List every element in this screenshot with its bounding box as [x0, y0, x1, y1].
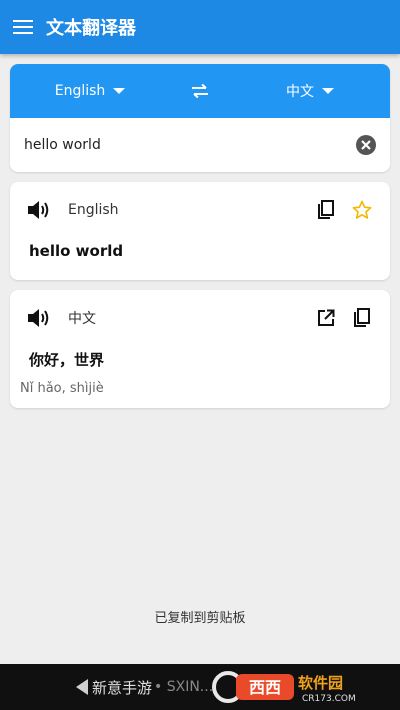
translation-card-language: 中文: [68, 311, 96, 327]
copy-icon: [354, 308, 370, 327]
hamburger-menu-icon: [13, 20, 33, 34]
nav-bar-text: 新意手游: [92, 678, 153, 697]
source-language-select[interactable]: English: [10, 83, 170, 99]
back-triangle-icon[interactable]: [76, 679, 88, 695]
favorite-button[interactable]: [350, 198, 374, 222]
svg-text:软件园: 软件园: [298, 674, 343, 692]
star-icon: [352, 200, 372, 219]
svg-text:CR173.COM: CR173.COM: [302, 694, 356, 704]
source-result-text: hello world: [29, 242, 124, 260]
language-bar: English 中文: [10, 64, 390, 118]
source-card-header: English: [26, 196, 374, 224]
source-card-language: English: [68, 202, 119, 218]
source-speak-button[interactable]: [26, 197, 52, 223]
translation-card-header: 中文: [26, 304, 374, 332]
menu-button[interactable]: [0, 0, 46, 54]
swap-languages-button[interactable]: [170, 64, 230, 118]
app-bar: 文本翻译器: [0, 0, 400, 54]
clear-circle-icon: [356, 135, 376, 155]
watermark-logo: 西西 软件园 CR173.COM: [212, 671, 356, 704]
copy-translation-button[interactable]: [350, 306, 374, 330]
dropdown-arrow-icon: [113, 88, 126, 94]
translation-text: 你好，世界: [29, 351, 105, 369]
system-nav-bar: 新意手游 • SXIN... 西西 软件园 CR173.COM: [0, 664, 400, 710]
dropdown-arrow-icon: [322, 88, 334, 94]
nav-bar-dim-text: • SXIN...: [154, 679, 214, 695]
clear-input-button[interactable]: [354, 133, 378, 157]
source-language-label: English: [54, 83, 106, 99]
pinyin-text: Nǐ hǎo, shìjiè: [20, 381, 104, 396]
copy-icon: [318, 200, 334, 219]
swap-arrows-icon: [192, 84, 208, 98]
speaker-icon: [28, 309, 49, 327]
source-result-card: English hello world: [10, 182, 390, 280]
svg-text:西西: 西西: [249, 678, 281, 697]
open-external-button[interactable]: [314, 306, 338, 330]
target-language-label: 中文: [286, 84, 314, 100]
speaker-icon: [28, 201, 49, 219]
app-title: 文本翻译器: [46, 18, 136, 39]
open-external-icon: [318, 309, 335, 326]
input-row: [10, 118, 390, 172]
copied-toast: 已复制到剪贴板: [154, 611, 246, 626]
translation-speak-button[interactable]: [26, 305, 52, 331]
source-text-input[interactable]: [24, 137, 354, 153]
translate-input-card: English 中文: [10, 64, 390, 172]
copy-source-button[interactable]: [314, 198, 338, 222]
translation-card: 中文 你好，世界 Nǐ hǎo, shìjiè: [10, 290, 390, 408]
target-language-select[interactable]: 中文: [230, 81, 390, 101]
